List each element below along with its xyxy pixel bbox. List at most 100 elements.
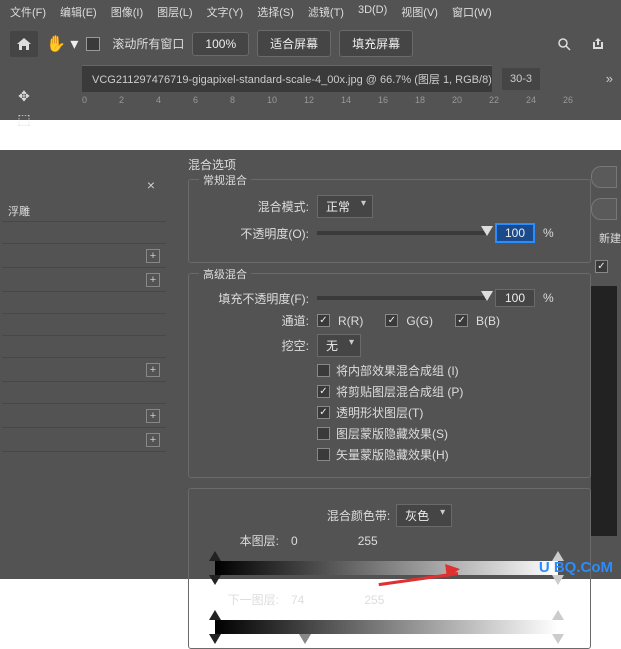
fill-opacity-label: 填充不透明度(F): [201, 290, 309, 307]
advanced-blend-group: 高级混合 填充不透明度(F): 100 % 通道: R(R) G(G) B(B)… [188, 273, 591, 478]
menu-file[interactable]: 文件(F) [10, 4, 46, 20]
style-item-add[interactable]: + [2, 404, 166, 428]
plus-icon[interactable]: + [146, 273, 160, 287]
opt-clipped-checkbox[interactable] [317, 385, 330, 398]
style-item-add[interactable]: + [2, 428, 166, 452]
plus-icon[interactable]: + [146, 409, 160, 423]
menu-view[interactable]: 视图(V) [401, 4, 438, 20]
opacity-input[interactable]: 100 [495, 223, 535, 243]
blend-if-group: 混合颜色带: 灰色 本图层: 0 255 下一图层: 74 255 [188, 488, 591, 649]
share-icon[interactable] [585, 32, 611, 56]
opt-interior-label: 将内部效果混合成组 (I) [336, 362, 459, 379]
menubar: 文件(F) 编辑(E) 图像(I) 图层(L) 文字(Y) 选择(S) 滤镜(T… [0, 0, 621, 24]
blend-if-label: 混合颜色带: [327, 507, 390, 524]
channel-b-checkbox[interactable] [455, 314, 468, 327]
opacity-slider[interactable] [317, 231, 487, 235]
under-layer-lo: 74 [291, 593, 304, 607]
fit-screen-button[interactable]: 适合屏幕 [257, 30, 331, 57]
this-layer-hi: 255 [358, 534, 378, 548]
document-tab-2[interactable]: 30-3 [502, 68, 540, 90]
pct-label: % [543, 226, 554, 240]
new-style-button[interactable]: 新建 [591, 230, 621, 246]
style-item[interactable] [2, 382, 166, 404]
scroll-all-checkbox[interactable] [86, 37, 100, 51]
menu-filter[interactable]: 滤镜(T) [308, 4, 344, 20]
channel-g-checkbox[interactable] [385, 314, 398, 327]
this-layer-lo: 0 [291, 534, 298, 548]
menu-select[interactable]: 选择(S) [257, 4, 294, 20]
menu-layer[interactable]: 图层(L) [157, 4, 192, 20]
style-item-add[interactable]: + [2, 268, 166, 292]
style-item-relief[interactable]: 浮雕 [2, 200, 166, 222]
move-tool-icon[interactable]: ✥ [18, 88, 30, 105]
home-button[interactable] [10, 31, 38, 57]
document-tab-active[interactable]: VCG211297476719-gigapixel-standard-scale… [82, 65, 492, 92]
under-black-split-stop[interactable] [299, 634, 311, 644]
channel-g-label: G(G) [406, 314, 433, 328]
close-icon[interactable]: × [142, 176, 160, 194]
opt-interior-checkbox[interactable] [317, 364, 330, 377]
marquee-tool-icon[interactable]: ⬚ [17, 111, 30, 128]
menu-3d[interactable]: 3D(D) [358, 4, 387, 20]
tabs-overflow-icon[interactable]: » [606, 71, 613, 86]
zoom-level[interactable]: 100% [192, 32, 249, 56]
channel-r-checkbox[interactable] [317, 314, 330, 327]
under-layer-hi: 255 [364, 593, 384, 607]
advanced-legend: 高级混合 [199, 266, 251, 282]
this-layer-label: 本图层: [201, 532, 279, 549]
preview-checkbox[interactable] [595, 260, 608, 273]
menu-edit[interactable]: 编辑(E) [60, 4, 97, 20]
opt-layermask-checkbox[interactable] [317, 427, 330, 440]
under-white-stop-top[interactable] [552, 610, 564, 620]
opt-vectormask-label: 矢量蒙版隐藏效果(H) [336, 446, 449, 463]
opt-clipped-label: 将剪贴图层混合成组 (P) [336, 383, 463, 400]
fill-opacity-slider[interactable] [317, 296, 487, 300]
knockout-label: 挖空: [201, 337, 309, 354]
style-item-add[interactable]: + [2, 244, 166, 268]
style-item-add[interactable]: + [2, 358, 166, 382]
plus-icon[interactable]: + [146, 249, 160, 263]
opt-transparency-checkbox[interactable] [317, 406, 330, 419]
this-black-stop[interactable] [209, 575, 221, 585]
opt-vectormask-checkbox[interactable] [317, 448, 330, 461]
style-item[interactable] [2, 222, 166, 244]
blend-if-select[interactable]: 灰色 [396, 504, 452, 527]
options-bar: ✋ ▾ 滚动所有窗口 100% 适合屏幕 填充屏幕 [0, 24, 621, 63]
style-item[interactable] [2, 292, 166, 314]
style-item[interactable] [2, 336, 166, 358]
style-item[interactable] [2, 314, 166, 336]
hand-tool-icon[interactable]: ✋ ▾ [46, 34, 78, 54]
general-blend-group: 常规混合 混合模式: 正常 不透明度(O): 100 % [188, 179, 591, 263]
this-layer-gradient[interactable] [215, 561, 558, 575]
tools-panel: ✥ ⬚ [0, 60, 48, 120]
under-white-stop[interactable] [552, 634, 564, 644]
under-layer-label: 下一图层: [201, 591, 279, 608]
fill-opacity-input[interactable]: 100 [495, 289, 535, 307]
channel-r-label: R(R) [338, 314, 363, 328]
plus-icon[interactable]: + [146, 363, 160, 377]
under-black-stop[interactable] [209, 634, 221, 644]
fill-screen-button[interactable]: 填充屏幕 [339, 30, 413, 57]
this-white-stop[interactable] [552, 575, 564, 585]
pct-label: % [543, 291, 554, 305]
ok-button[interactable] [591, 166, 617, 188]
blend-mode-select[interactable]: 正常 [317, 195, 373, 218]
channels-label: 通道: [201, 312, 309, 329]
blend-mode-label: 混合模式: [201, 198, 309, 215]
plus-icon[interactable]: + [146, 433, 160, 447]
opt-layermask-label: 图层蒙版隐藏效果(S) [336, 425, 448, 442]
cancel-button[interactable] [591, 198, 617, 220]
dialog-right-panel: 新建 [591, 150, 621, 579]
watermark: UiBQ.CoM [539, 559, 613, 576]
menu-image[interactable]: 图像(I) [111, 4, 143, 20]
under-layer-gradient[interactable] [215, 620, 558, 634]
knockout-select[interactable]: 无 [317, 334, 361, 357]
under-black-stop-top[interactable] [209, 610, 221, 620]
menu-type[interactable]: 文字(Y) [207, 4, 244, 20]
preview-thumbnail [591, 286, 617, 536]
search-icon[interactable] [551, 32, 577, 56]
this-black-stop-top[interactable] [209, 551, 221, 561]
blend-options-title: 混合选项 [188, 156, 591, 173]
scroll-all-label: 滚动所有窗口 [112, 35, 184, 52]
menu-window[interactable]: 窗口(W) [452, 4, 492, 20]
